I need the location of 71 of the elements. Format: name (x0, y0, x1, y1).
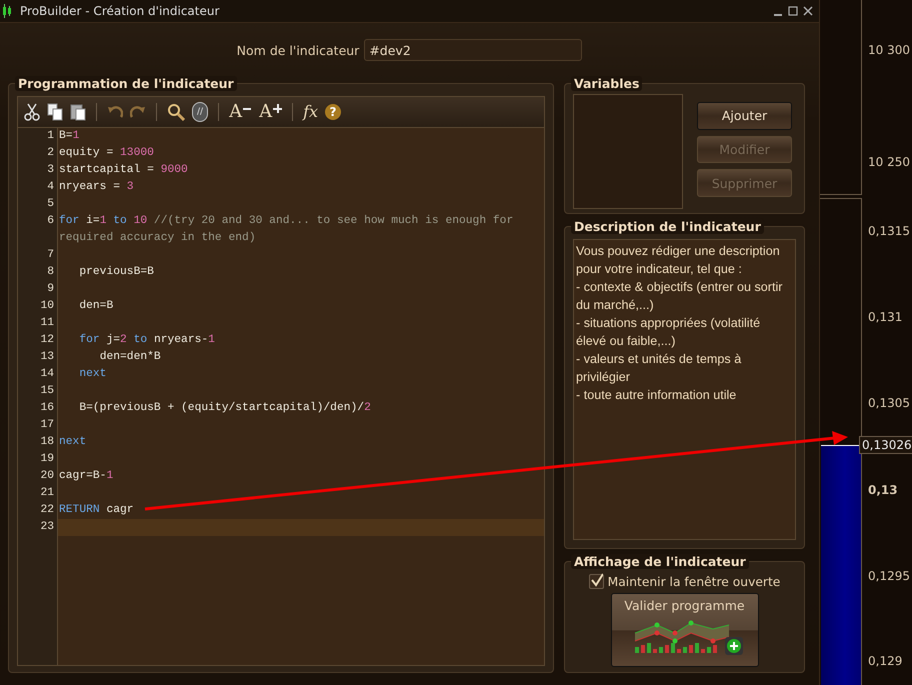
copy-icon[interactable] (47, 103, 63, 121)
code-line: RETURN cagr (58, 503, 135, 518)
panel-title: Variables (571, 76, 642, 91)
paste-icon[interactable] (70, 103, 86, 121)
axis-label: 0,131 (867, 310, 902, 324)
code-line: previousB=B (78, 264, 155, 280)
line-number: 11 (18, 315, 58, 332)
code-line: cagr=B-1 (58, 469, 114, 484)
line-number: 15 (18, 383, 58, 400)
redo-icon[interactable] (130, 104, 146, 120)
code-line: den=B (78, 298, 114, 314)
axis-label: 0,13026 (859, 436, 912, 454)
close-icon[interactable] (803, 6, 813, 16)
line-number: 18 (18, 434, 58, 451)
line-number: 19 (18, 451, 58, 468)
axis-label: 0,1315 (867, 224, 910, 238)
comment-icon[interactable]: // (192, 102, 208, 122)
panel-title: Programmation de l'indicateur (15, 76, 237, 91)
maximize-icon[interactable] (788, 6, 798, 16)
name-field[interactable]: #dev2 (364, 39, 582, 61)
search-icon[interactable] (167, 103, 185, 121)
code-line: for j=2 to nryears-1 (78, 332, 216, 348)
axis-label: 0,13 (867, 483, 898, 497)
line-number: 17 (18, 417, 58, 434)
code-line: den=den*B (98, 350, 162, 365)
window-title: ProBuilder - Création d'indicateur (20, 4, 220, 18)
axis-label: 0,129 (867, 654, 902, 668)
axis-label: 10 300 (867, 43, 910, 57)
line-number: 21 (18, 485, 58, 502)
line-number: 3 (18, 162, 58, 179)
line-number: 20 (18, 468, 58, 485)
code-line: for i=1 to 10 //(try 20 and 30 and... to see how much is enough for required accuracy in the end) (58, 214, 514, 246)
axis-label: 0,1295 (867, 569, 910, 583)
variable-button[interactable]: Ajouter (697, 102, 792, 130)
line-number: 12 (18, 332, 58, 349)
code-line: equity = 13000 (58, 146, 155, 161)
function-icon[interactable]: fx (303, 103, 318, 121)
line-number: 14 (18, 366, 58, 383)
line-number: 16 (18, 400, 58, 417)
validate-button[interactable]: Valider programme (610, 593, 758, 667)
undo-icon[interactable] (107, 104, 123, 120)
scissors-icon[interactable] (24, 103, 40, 121)
line-number: 1 (18, 128, 58, 145)
plus-icon (724, 637, 742, 655)
code-line: B=1 (58, 129, 80, 144)
code-line: startcapital = 9000 (58, 162, 189, 178)
description-field[interactable]: Vous pouvez rédiger une description pour votre indicateur, tel que : - contexte & objectifs (entrer ou sortir du marché,...) - situations appropriées (volatilité élevé ou faible,...) - valeurs et unités de temps à privilégier - toute autre information utile (573, 239, 796, 540)
line-number: 5 (18, 196, 58, 213)
code-line: nryears = 3 (58, 180, 135, 195)
line-number: 8 (18, 264, 58, 281)
line-number: 4 (18, 179, 58, 196)
line-number: 7 (18, 247, 58, 264)
panel-title: Affichage de l'indicateur (571, 554, 749, 569)
name-label: Nom de l'indicateur (236, 42, 360, 58)
axis-label: 0,1305 (867, 396, 910, 410)
line-number: 6 (18, 213, 58, 247)
code-line: B=(previousB + (equity/startcapital)/den)/2 (78, 400, 372, 416)
line-number: 13 (18, 349, 58, 366)
code-line: next (58, 435, 88, 450)
axis-label: 10 250 (867, 155, 910, 169)
line-number: 2 (18, 145, 58, 162)
line-number: 10 (18, 298, 58, 315)
line-number: 23 (18, 519, 58, 536)
candlestick-icon (3, 4, 13, 18)
line-number: 22 (18, 502, 58, 519)
checkbox[interactable] (588, 574, 604, 589)
code-line: next (78, 367, 108, 382)
help-icon[interactable]: ? (325, 104, 342, 120)
line-number: 9 (18, 281, 58, 298)
checkbox-label: Maintenir la fenêtre ouverte (608, 574, 780, 588)
panel-title: Description de l'indicateur (571, 219, 764, 234)
